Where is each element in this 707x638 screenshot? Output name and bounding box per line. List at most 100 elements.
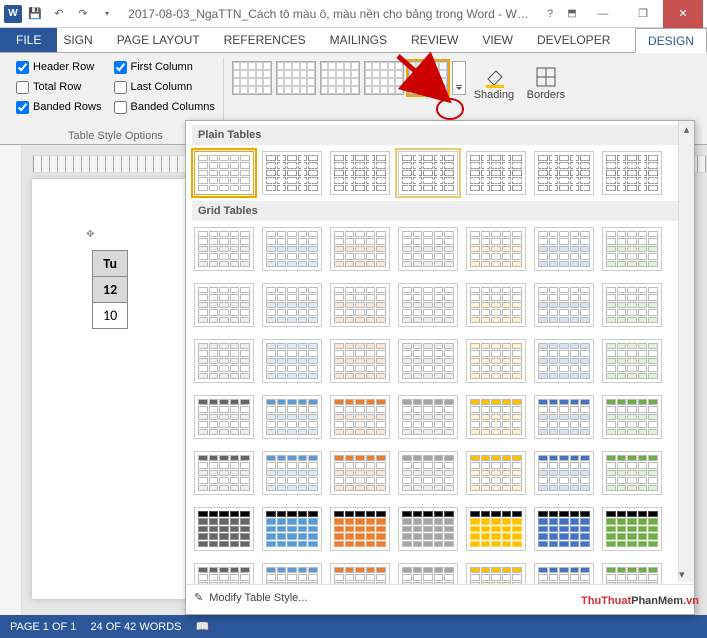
table-style-thumb[interactable] (330, 507, 390, 551)
table-style-thumb[interactable] (262, 451, 322, 495)
shading-button[interactable]: Shading (470, 61, 518, 105)
chk-total-row[interactable]: Total Row (16, 77, 102, 97)
table-style-thumb[interactable] (194, 563, 254, 584)
table-style-thumb[interactable] (330, 451, 390, 495)
table-style-thumb[interactable] (534, 507, 594, 551)
table-style-thumb[interactable] (534, 563, 594, 584)
table-cell[interactable]: 10 (93, 303, 128, 329)
table-style-thumb[interactable] (262, 563, 322, 584)
table-style-thumb[interactable] (398, 507, 458, 551)
table-style-thumb[interactable] (398, 227, 458, 271)
table-style-thumb[interactable] (262, 151, 322, 195)
table-style-thumb[interactable] (262, 339, 322, 383)
tab-table-design[interactable]: DESIGN (635, 28, 707, 53)
table-style-thumb[interactable] (602, 395, 662, 439)
table-style-thumb[interactable] (602, 283, 662, 327)
table-style-thumb[interactable] (466, 339, 526, 383)
borders-button[interactable]: Borders (522, 61, 570, 105)
tab-view[interactable]: VIEW (470, 28, 525, 52)
status-page[interactable]: PAGE 1 OF 1 (10, 621, 76, 633)
document-table[interactable]: Tu 12 10 (92, 250, 128, 329)
table-style-thumb[interactable] (398, 283, 458, 327)
table-style-thumb[interactable] (398, 451, 458, 495)
scroll-up-icon[interactable]: ▴ (679, 121, 694, 137)
undo-icon[interactable]: ↶ (48, 3, 70, 25)
status-words[interactable]: 24 OF 42 WORDS (90, 621, 181, 633)
table-style-thumb[interactable] (194, 339, 254, 383)
table-style-thumb[interactable] (466, 283, 526, 327)
table-style-thumb[interactable] (194, 151, 254, 195)
table-style-preview[interactable] (232, 61, 272, 95)
chk-first-column[interactable]: First Column (114, 57, 215, 77)
file-tab[interactable]: FILE (0, 28, 57, 52)
table-style-preview[interactable] (364, 61, 404, 95)
table-style-thumb[interactable] (398, 563, 458, 584)
table-style-thumb[interactable] (262, 507, 322, 551)
tab-mailings[interactable]: MAILINGS (318, 28, 399, 52)
table-style-thumb[interactable] (398, 151, 458, 195)
table-style-thumb[interactable] (466, 451, 526, 495)
table-styles-more-button[interactable] (452, 61, 466, 95)
chk-last-column[interactable]: Last Column (114, 77, 215, 97)
table-style-thumb[interactable] (330, 283, 390, 327)
tab-review[interactable]: REVIEW (399, 28, 470, 52)
restore-button[interactable]: ❐ (623, 0, 663, 28)
table-style-thumb[interactable] (330, 227, 390, 271)
table-style-thumb[interactable] (534, 395, 594, 439)
table-cell[interactable]: Tu (93, 251, 128, 277)
chk-header-row[interactable]: Header Row (16, 57, 102, 77)
table-style-thumb[interactable] (602, 507, 662, 551)
ribbon-display-icon[interactable]: ⬒ (561, 3, 583, 25)
tab-developer[interactable]: DEVELOPER (525, 28, 622, 52)
table-style-thumb[interactable] (466, 563, 526, 584)
table-style-thumb[interactable] (194, 283, 254, 327)
table-style-thumb[interactable] (194, 395, 254, 439)
minimize-button[interactable]: — (583, 0, 623, 28)
table-style-thumb[interactable] (398, 339, 458, 383)
table-style-thumb[interactable] (262, 283, 322, 327)
save-icon[interactable]: 💾 (24, 3, 46, 25)
help-icon[interactable]: ? (539, 3, 561, 25)
table-style-thumb[interactable] (330, 395, 390, 439)
status-proofing-icon[interactable]: 📖 (196, 620, 210, 633)
table-style-thumb[interactable] (534, 227, 594, 271)
table-style-thumb[interactable] (466, 227, 526, 271)
qat-more-icon[interactable]: ▾ (96, 3, 118, 25)
table-style-thumb[interactable] (466, 395, 526, 439)
table-style-thumb[interactable] (466, 151, 526, 195)
table-style-thumb[interactable] (602, 451, 662, 495)
paint-bucket-icon (482, 65, 506, 89)
table-style-thumb[interactable] (602, 339, 662, 383)
redo-icon[interactable]: ↷ (72, 3, 94, 25)
table-style-thumb[interactable] (194, 507, 254, 551)
scroll-down-icon[interactable]: ▾ (679, 566, 685, 582)
table-style-preview[interactable] (408, 61, 448, 95)
table-cell[interactable]: 12 (93, 277, 128, 303)
tab-page-layout[interactable]: PAGE LAYOUT (105, 28, 212, 52)
table-style-thumb[interactable] (194, 227, 254, 271)
chk-banded-columns[interactable]: Banded Columns (114, 97, 215, 117)
close-button[interactable]: ✕ (663, 0, 703, 28)
table-style-thumb[interactable] (534, 339, 594, 383)
table-style-thumb[interactable] (194, 451, 254, 495)
table-style-thumb[interactable] (466, 507, 526, 551)
gallery-section-header: Grid Tables (192, 201, 692, 221)
table-style-thumb[interactable] (602, 227, 662, 271)
table-style-thumb[interactable] (262, 227, 322, 271)
table-style-thumb[interactable] (602, 151, 662, 195)
table-style-thumb[interactable] (330, 339, 390, 383)
tab-references[interactable]: REFERENCES (212, 28, 318, 52)
table-style-thumb[interactable] (330, 563, 390, 584)
table-style-thumb[interactable] (534, 151, 594, 195)
table-style-thumb[interactable] (534, 451, 594, 495)
table-style-thumb[interactable] (262, 395, 322, 439)
table-style-thumb[interactable] (330, 151, 390, 195)
table-style-preview[interactable] (320, 61, 360, 95)
table-style-preview[interactable] (276, 61, 316, 95)
table-style-thumb[interactable] (602, 563, 662, 584)
chk-banded-rows[interactable]: Banded Rows (16, 97, 102, 117)
table-style-thumb[interactable] (534, 283, 594, 327)
table-style-thumb[interactable] (398, 395, 458, 439)
gallery-scrollbar[interactable]: ▴ ▾ (678, 121, 694, 582)
tab-design-cut[interactable]: SIGN (57, 28, 104, 52)
